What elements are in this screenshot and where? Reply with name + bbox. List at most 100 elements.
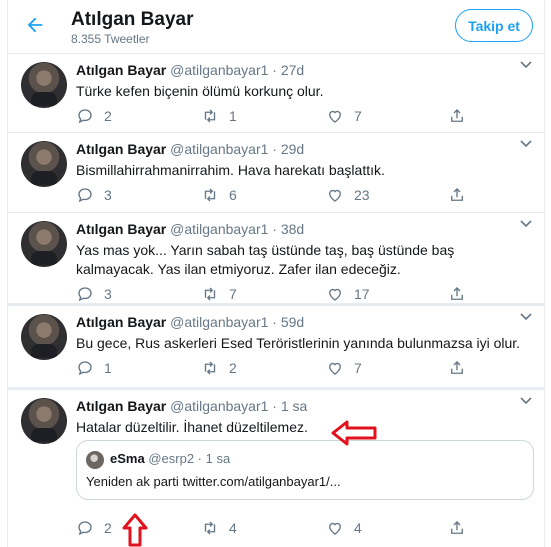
heart-icon: [329, 522, 341, 535]
profile-header: Atılgan Bayar 8.355 Tweetler Takip et: [8, 0, 544, 54]
tweet-item[interactable]: Atılgan Bayar @atilganbayar1 · 38d Yas m…: [8, 213, 544, 306]
reply-button[interactable]: 3: [76, 284, 112, 304]
author-name[interactable]: Atılgan Bayar: [76, 314, 166, 330]
author-name[interactable]: Atılgan Bayar: [76, 141, 166, 157]
chevron-down-icon[interactable]: [520, 137, 532, 151]
tweet-text: Türke kefen biçenin ölümü korkunç olur.: [76, 83, 324, 99]
chevron-down-icon[interactable]: [520, 310, 532, 324]
tweet-meta: Atılgan Bayar @atilganbayar1 · 1 sa: [76, 398, 307, 414]
tweet-meta: Atılgan Bayar @atilganbayar1 · 38d: [76, 221, 304, 237]
retweet-icon: [204, 361, 216, 375]
follow-button[interactable]: Takip et: [455, 9, 533, 42]
share-icon: [451, 287, 463, 300]
share-button[interactable]: [448, 518, 466, 538]
author-handle-time[interactable]: @atilganbayar1 · 29d: [170, 141, 304, 157]
tweet-count: 8.355 Tweetler: [71, 32, 150, 46]
heart-icon: [329, 189, 341, 202]
arrow-left-icon[interactable]: [24, 14, 48, 38]
tweet-item[interactable]: Atılgan Bayar @atilganbayar1 · 59d Bu ge…: [8, 306, 544, 390]
reply-count: 3: [104, 187, 112, 203]
tweet-text: Bismillahirrahmanirrahim. Hava harekatı …: [76, 162, 385, 178]
chevron-down-icon[interactable]: [520, 217, 532, 231]
tweet-item[interactable]: Atılgan Bayar @atilganbayar1 · 29d Bismi…: [8, 133, 544, 213]
author-name[interactable]: Atılgan Bayar: [76, 62, 166, 78]
tweet-actions: 2 1 7: [76, 106, 476, 126]
author-name[interactable]: Atılgan Bayar: [76, 398, 166, 414]
share-button[interactable]: [448, 358, 466, 378]
retweet-icon: [204, 188, 216, 202]
tweet-actions: 3 6 23: [76, 185, 476, 205]
share-icon: [451, 361, 463, 374]
quoted-tweet[interactable]: eSma @esrp2 · 1 sa Yeniden ak parti twit…: [76, 440, 534, 500]
tweet-item[interactable]: Atılgan Bayar @atilganbayar1 · 1 sa Hata…: [8, 390, 544, 547]
reply-button[interactable]: 1: [76, 358, 112, 378]
quoted-handle-time: @esrp2 · 1 sa: [148, 451, 231, 466]
tweet-actions: 1 2 7: [76, 358, 476, 378]
quoted-text: Yeniden ak parti twitter.com/atilganbaya…: [86, 474, 341, 489]
retweet-icon: [204, 521, 216, 535]
tweet-text: Bu gece, Rus askerleri Esed Teröristleri…: [76, 335, 521, 351]
reply-button[interactable]: 2: [76, 106, 112, 126]
tweet-item[interactable]: Atılgan Bayar @atilganbayar1 · 27d Türke…: [8, 54, 544, 133]
annotation-arrow-up-icon: [122, 513, 148, 547]
avatar[interactable]: [21, 314, 67, 360]
avatar[interactable]: [21, 62, 67, 108]
tweet-text: Hatalar düzeltilir. İhanet düzeltilemez.: [76, 419, 308, 435]
reply-icon: [78, 521, 92, 536]
reply-icon: [78, 109, 92, 124]
share-button[interactable]: [448, 284, 466, 304]
like-count: 7: [354, 108, 362, 124]
reply-button[interactable]: 3: [76, 185, 112, 205]
like-button[interactable]: 23: [326, 185, 370, 205]
chevron-down-icon[interactable]: [520, 58, 532, 72]
quoted-avatar[interactable]: [86, 451, 104, 469]
reply-count: 2: [104, 520, 112, 536]
like-count: 17: [354, 286, 370, 302]
retweet-count: 4: [229, 520, 237, 536]
like-button[interactable]: 4: [326, 518, 362, 538]
tweet-meta: Atılgan Bayar @atilganbayar1 · 27d: [76, 62, 304, 78]
retweet-count: 6: [229, 187, 237, 203]
share-button[interactable]: [448, 106, 466, 126]
retweet-icon: [204, 287, 216, 301]
like-button[interactable]: 7: [326, 106, 362, 126]
author-handle-time[interactable]: @atilganbayar1 · 38d: [170, 221, 304, 237]
reply-count: 1: [104, 360, 112, 376]
tweet-actions: 3 7 17: [76, 284, 476, 304]
avatar[interactable]: [21, 141, 67, 187]
share-icon: [451, 109, 463, 122]
like-button[interactable]: 17: [326, 284, 370, 304]
author-handle-time[interactable]: @atilganbayar1 · 1 sa: [170, 398, 307, 414]
heart-icon: [329, 288, 341, 301]
share-icon: [451, 521, 463, 534]
reply-button[interactable]: 2: [76, 518, 112, 538]
retweet-count: 2: [229, 360, 237, 376]
reply-count: 2: [104, 108, 112, 124]
quoted-author-name: eSma: [110, 451, 145, 466]
retweet-button[interactable]: 4: [201, 518, 237, 538]
author-handle-time[interactable]: @atilganbayar1 · 27d: [170, 62, 304, 78]
reply-icon: [78, 287, 92, 302]
reply-icon: [78, 361, 92, 376]
like-count: 23: [354, 187, 370, 203]
like-count: 4: [354, 520, 362, 536]
profile-name: Atılgan Bayar: [71, 9, 194, 30]
author-name[interactable]: Atılgan Bayar: [76, 221, 166, 237]
retweet-button[interactable]: 6: [201, 185, 237, 205]
heart-icon: [329, 362, 341, 375]
retweet-button[interactable]: 1: [201, 106, 237, 126]
like-button[interactable]: 7: [326, 358, 362, 378]
author-handle-time[interactable]: @atilganbayar1 · 59d: [170, 314, 304, 330]
tweet-text: Yas mas yok... Yarın sabah taş üstünde t…: [76, 242, 455, 277]
retweet-button[interactable]: 2: [201, 358, 237, 378]
chevron-down-icon[interactable]: [520, 394, 532, 408]
share-button[interactable]: [448, 185, 466, 205]
retweet-count: 1: [229, 108, 237, 124]
quoted-meta: eSma @esrp2 · 1 sa: [110, 451, 230, 466]
avatar[interactable]: [21, 398, 67, 444]
tweet-meta: Atılgan Bayar @atilganbayar1 · 29d: [76, 141, 304, 157]
reply-count: 3: [104, 286, 112, 302]
retweet-button[interactable]: 7: [201, 284, 237, 304]
avatar[interactable]: [21, 221, 67, 267]
heart-icon: [329, 110, 341, 123]
